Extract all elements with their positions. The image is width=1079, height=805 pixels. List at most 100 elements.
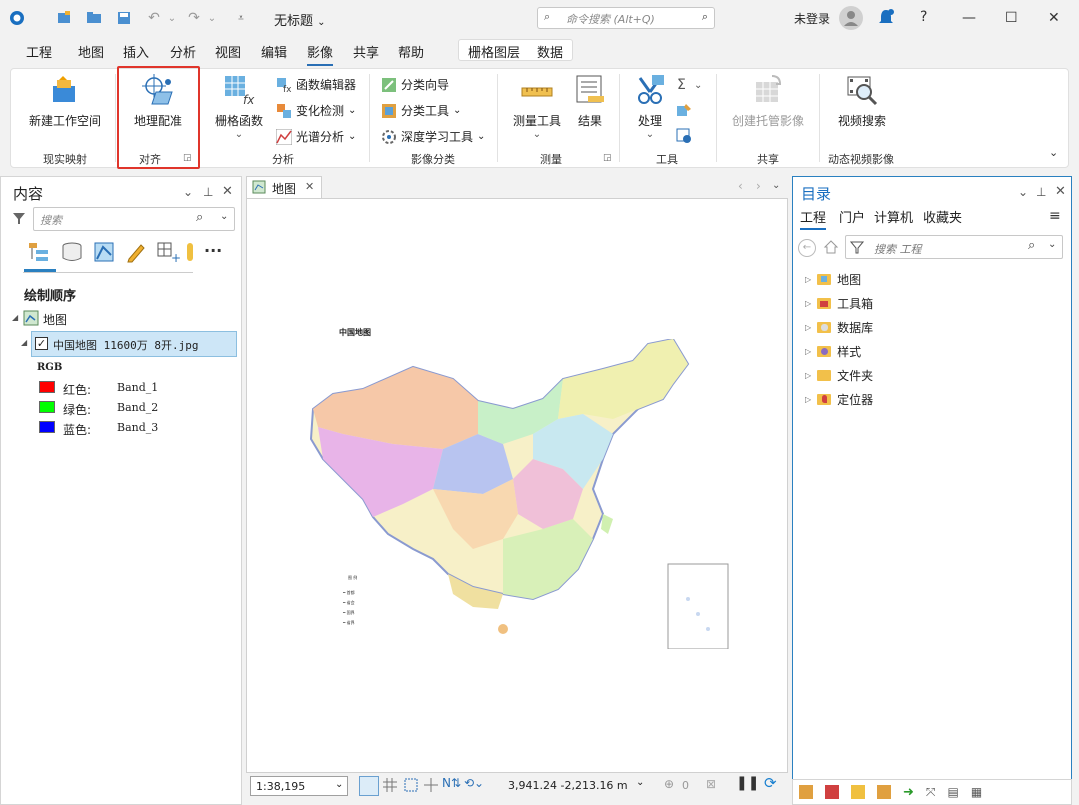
list-by-data-source-icon[interactable] [61,241,83,266]
tab-list-icon[interactable]: ⌄ [772,180,780,191]
close-pane-icon[interactable]: ✕ [1055,184,1066,199]
list-by-drawing-order-icon[interactable] [28,241,50,266]
tab-insert[interactable]: 插入 [123,42,149,61]
refresh-icon[interactable]: ⟳ [764,774,777,792]
catalog-pane-icon[interactable] [799,785,813,799]
close-pane-icon[interactable]: ✕ [222,184,233,199]
expand-icon[interactable]: ▷ [805,323,811,332]
filter-icon[interactable] [849,240,865,257]
catalog-item-folders[interactable]: ▷ 文件夹 [805,367,873,384]
sigma-icon[interactable]: Σ ⌄ [676,76,704,95]
catalog-tab-portal[interactable]: 门户 [839,207,865,226]
tab-edit[interactable]: 编辑 [261,42,287,61]
tab-raster-layer[interactable]: 栅格图层 [468,42,520,61]
catalog-search-input[interactable]: 搜索 工程 ⌕ ⌄ [845,235,1063,259]
home-icon[interactable] [823,239,839,258]
snapping-icon[interactable] [404,778,420,795]
pause-drawing-icon[interactable]: ❚❚ [736,775,759,791]
pin-icon[interactable]: ⊥ [1036,185,1046,199]
classification-wizard-button[interactable]: 分类向导 [381,76,449,93]
back-icon[interactable]: ← [798,239,816,257]
close-map-tab-icon[interactable]: ✕ [305,180,314,193]
undo-dropdown-icon[interactable]: ⌄ [163,9,181,27]
catalog-item-styles[interactable]: ▷ 样式 [805,343,861,360]
green-band-swatch[interactable] [39,401,55,413]
search-options-icon[interactable]: ⌄ [220,211,228,222]
notification-bell-icon[interactable] [877,8,895,31]
catalog-tab-project[interactable]: 工程 [800,207,827,230]
expand-layer-icon[interactable]: ◢ [21,338,27,347]
blue-band-swatch[interactable] [39,421,55,433]
catalog-item-databases[interactable]: ▷ 数据库 [805,319,873,336]
table-pane-icon[interactable]: ▦ [971,785,982,799]
tab-map[interactable]: 地图 [78,42,104,61]
catalog-item-toolboxes[interactable]: ▷ 工具箱 [805,295,873,312]
new-workspace-button[interactable]: 新建工作空间 [22,74,108,129]
scroll-tabs-left-icon[interactable]: ‹ [738,179,743,193]
maximize-icon[interactable]: ☐ [1005,10,1018,26]
undo-icon[interactable]: ↶ [145,9,163,27]
catalog-item-maps[interactable]: ▷ 地图 [805,271,861,288]
create-hosted-imagery-button[interactable]: 创建托管影像 [726,74,810,129]
symbology-pane-icon[interactable] [851,785,865,799]
scroll-tabs-right-icon[interactable]: › [756,179,761,193]
grid-icon[interactable] [383,778,397,795]
properties-pane-icon[interactable]: ▤ [948,785,959,799]
more-options-icon[interactable]: ··· [204,241,222,260]
north-arrow-icon[interactable]: N⇅ [442,776,461,790]
tab-help[interactable]: 帮助 [398,42,424,61]
pane-options-icon[interactable]: ⌄ [183,185,193,199]
classification-tools-button[interactable]: 分类工具 ⌄ [381,102,461,119]
map-tree-label[interactable]: 地图 [43,311,67,328]
list-by-selection-icon[interactable] [93,241,115,266]
catalog-item-locators[interactable]: ▷ 定位器 [805,391,873,408]
clear-selection-icon[interactable]: ⊠ [706,777,716,791]
change-detection-button[interactable]: 变化检测 ⌄ [276,102,356,119]
georeference-button[interactable]: 地理配准 [122,74,194,129]
filter-icon[interactable] [12,211,26,228]
expand-icon[interactable]: ▷ [805,371,811,380]
expand-map-icon[interactable]: ◢ [12,313,18,322]
geoprocessing-pane-icon[interactable] [825,785,839,799]
sign-in-status[interactable]: 未登录 [794,10,830,27]
rotation-icon[interactable]: ⟲⌄ [464,776,484,790]
minimize-icon[interactable]: — [962,10,976,26]
dialog-launcher-icon[interactable]: ◲ [183,153,192,163]
raster-functions-button[interactable]: fx 栅格函数 ⌄ [212,74,266,140]
redo-dropdown-icon[interactable]: ⌄ [203,9,221,27]
tab-view[interactable]: 视图 [215,42,241,61]
measure-tools-button[interactable]: 测量工具 ⌄ [508,74,566,140]
hamburger-menu-icon[interactable]: ≡ [1049,208,1061,224]
user-avatar-icon[interactable] [839,6,863,30]
list-by-snapping-icon[interactable]: + [156,241,181,266]
red-band-swatch[interactable] [39,381,55,393]
dialog-launcher-icon[interactable]: ◲ [603,153,612,163]
customize-qat-icon[interactable]: ⩡ [232,9,250,27]
function-editor-button[interactable]: fx 函数编辑器 [276,76,356,95]
close-icon[interactable]: ✕ [1048,10,1060,26]
fixed-ratio-icon[interactable] [424,778,438,795]
expand-icon[interactable]: ▷ [805,347,811,356]
video-search-button[interactable]: 视频搜索 [832,74,892,129]
pane-options-icon[interactable]: ⌄ [1018,185,1028,199]
tab-imagery[interactable]: 影像 [307,42,334,66]
expand-icon[interactable]: ▷ [805,299,811,308]
list-by-editing-icon[interactable] [125,241,147,266]
process-button[interactable]: 处理 ⌄ [628,74,672,140]
map-view-toggle-icon[interactable] [359,776,379,796]
deep-learning-tools-button[interactable]: 深度学习工具 ⌄ [381,128,485,145]
tab-project[interactable]: 工程 [26,42,52,61]
redo-icon[interactable]: ↷ [185,9,203,27]
layer-visibility-checkbox[interactable]: ✓ [35,337,48,350]
catalog-tab-favorites[interactable]: 收藏夹 [923,207,962,226]
expand-icon[interactable]: ▷ [805,395,811,404]
pixel-editor-icon[interactable] [676,102,692,121]
map-canvas[interactable]: 中国地图 图 例 ━ 首都 ━ 省会 ━ 国界 ━ 省界 [246,198,788,773]
raster-properties-icon[interactable] [676,128,692,147]
layer-row-selected[interactable]: ✓ 中国地图 11600万 8开.jpg [31,331,237,357]
search-options-icon[interactable]: ⌄ [1048,239,1056,250]
save-icon[interactable] [115,9,133,27]
tab-share[interactable]: 共享 [353,42,379,61]
open-project-icon[interactable] [85,9,103,27]
command-search-input[interactable]: ⌕ 命令搜索 (Alt+Q) ⌕ [537,7,715,29]
